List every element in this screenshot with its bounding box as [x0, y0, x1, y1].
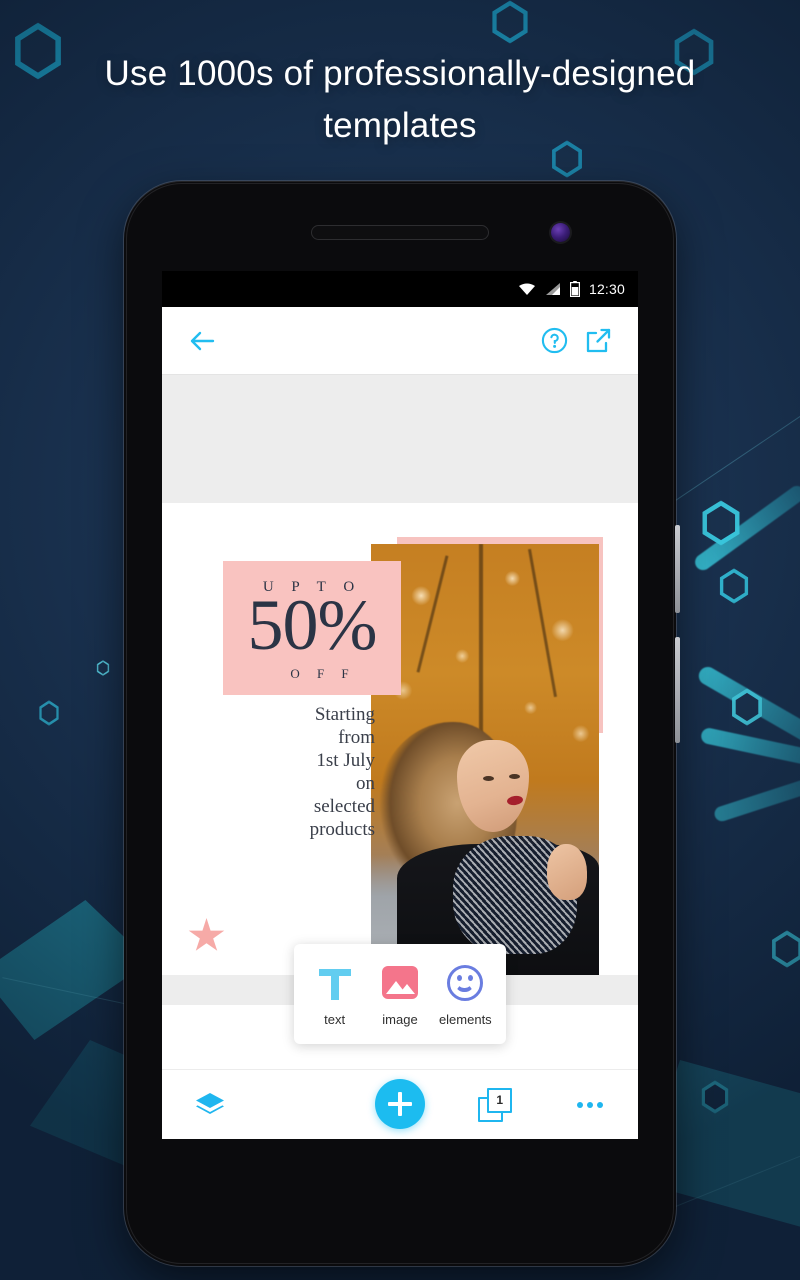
page-headline: Use 1000s of professionally-designed tem… — [104, 54, 696, 145]
photo-eye-left — [483, 776, 494, 781]
pages-button[interactable]: 1 — [448, 1087, 543, 1122]
popup-item-image[interactable]: image — [369, 962, 431, 1027]
smiley-elements-icon — [444, 962, 486, 1004]
design-details-text[interactable]: Starting from 1st July on selected products — [262, 703, 375, 841]
image-photo-icon — [379, 962, 421, 1004]
layers-button[interactable] — [162, 1091, 257, 1119]
editor-workspace[interactable]: U P T O 50% O F F Starting from 1st July on… — [162, 375, 638, 1005]
power-button[interactable] — [675, 637, 680, 743]
design-discount-text[interactable]: 50% — [232, 587, 392, 663]
volume-button[interactable] — [675, 525, 680, 613]
cellular-signal-icon — [545, 283, 560, 295]
add-element-popup[interactable]: text image elements — [294, 944, 506, 1044]
popup-item-elements[interactable]: elements — [434, 962, 496, 1027]
design-photo[interactable] — [371, 544, 599, 975]
phone-screen: 12:30 U P T O 50% O F F Starting from 1s… — [162, 271, 638, 1139]
phone-mockup: 12:30 U P T O 50% O F F Starting from 1s… — [124, 181, 680, 1266]
popup-label-text: text — [324, 1011, 346, 1027]
layers-icon — [195, 1092, 224, 1114]
text-t-icon — [314, 962, 356, 1004]
photo-branch-1 — [479, 544, 483, 754]
app-toolbar — [162, 307, 638, 375]
popup-label-elements: elements — [438, 1011, 492, 1027]
phone-speaker-grille — [311, 225, 489, 240]
wifi-icon — [518, 283, 535, 295]
popup-item-text[interactable]: text — [304, 962, 366, 1027]
more-options-icon — [577, 1101, 604, 1108]
design-canvas[interactable]: U P T O 50% O F F Starting from 1st July on… — [162, 503, 638, 975]
pages-icon: 1 — [478, 1087, 513, 1122]
pages-count: 1 — [487, 1087, 513, 1113]
help-button[interactable] — [532, 319, 576, 363]
popup-label-image: image — [382, 1011, 418, 1027]
back-arrow-icon — [190, 331, 215, 350]
plus-vertical — [397, 1092, 403, 1116]
promo-screenshot: Use 1000s of professionally-designed tem… — [0, 0, 800, 1280]
back-button[interactable] — [180, 319, 224, 363]
share-button[interactable] — [576, 319, 620, 363]
design-star-element[interactable] — [188, 918, 225, 951]
editor-bottom-bar: 1 — [162, 1069, 638, 1139]
add-fab-button[interactable] — [375, 1079, 425, 1129]
help-circle-icon — [541, 327, 567, 354]
battery-icon — [569, 281, 580, 297]
status-bar: 12:30 — [162, 271, 638, 307]
share-external-icon — [586, 328, 610, 353]
overflow-button[interactable] — [543, 1101, 638, 1108]
photo-eye-right — [509, 774, 520, 779]
status-bar-time: 12:30 — [588, 281, 625, 297]
front-camera-lens — [551, 223, 570, 242]
design-off-text[interactable]: O F F — [258, 666, 388, 682]
photo-hand — [547, 844, 587, 900]
